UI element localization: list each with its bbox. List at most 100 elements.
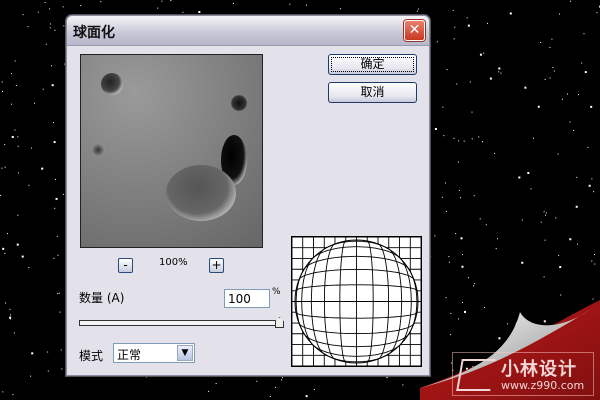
star xyxy=(305,4,307,6)
star xyxy=(445,297,447,299)
star xyxy=(232,2,234,4)
ok-button[interactable]: 确定 xyxy=(328,54,417,75)
star xyxy=(9,308,11,310)
star xyxy=(59,311,61,313)
star xyxy=(14,129,16,131)
star xyxy=(466,17,468,19)
star xyxy=(417,8,419,10)
star xyxy=(521,261,524,264)
amount-unit: % xyxy=(272,287,281,297)
star xyxy=(448,261,450,263)
star xyxy=(80,5,82,7)
star xyxy=(49,27,51,29)
star xyxy=(60,349,62,351)
star xyxy=(63,25,65,27)
star xyxy=(17,145,19,147)
star xyxy=(545,214,547,216)
star xyxy=(446,69,448,71)
star xyxy=(56,235,58,237)
star xyxy=(47,351,49,353)
amount-label: 数量 (A) xyxy=(79,289,124,306)
star xyxy=(47,370,49,372)
star xyxy=(560,294,562,296)
star xyxy=(468,277,470,279)
star xyxy=(10,73,12,75)
star xyxy=(281,377,283,379)
star xyxy=(1,81,3,83)
filter-preview[interactable] xyxy=(80,54,263,248)
star xyxy=(469,81,471,83)
star xyxy=(57,293,59,295)
zoom-in-button[interactable]: + xyxy=(209,258,224,273)
star xyxy=(2,247,5,250)
star xyxy=(215,383,217,385)
star xyxy=(4,166,6,168)
star xyxy=(54,207,56,209)
star xyxy=(591,260,593,262)
star xyxy=(518,176,521,179)
dialog-title: 球面化 xyxy=(73,25,115,41)
close-icon[interactable]: ✕ xyxy=(404,20,425,41)
star xyxy=(4,143,6,145)
star xyxy=(10,103,12,105)
star xyxy=(9,318,11,320)
star xyxy=(460,237,463,240)
star xyxy=(54,29,56,31)
star xyxy=(566,93,568,95)
star xyxy=(559,13,561,15)
star xyxy=(479,53,482,56)
star xyxy=(581,62,583,64)
zoom-out-button[interactable]: - xyxy=(118,258,133,273)
star xyxy=(269,395,271,397)
star xyxy=(455,233,457,235)
star xyxy=(313,388,315,390)
star xyxy=(31,147,33,149)
star xyxy=(42,88,44,90)
star xyxy=(22,14,24,16)
cancel-button[interactable]: 取消 xyxy=(328,82,417,103)
star xyxy=(460,197,462,199)
star xyxy=(458,140,460,142)
star xyxy=(182,11,184,13)
watermark-url: www.z990.com xyxy=(501,379,585,392)
amount-label-text: 数量 xyxy=(79,291,104,305)
star xyxy=(430,255,432,257)
star xyxy=(289,3,291,5)
star xyxy=(12,394,14,396)
star xyxy=(497,238,499,240)
amount-input[interactable]: 100 xyxy=(224,289,270,308)
star xyxy=(545,212,547,214)
star xyxy=(543,276,545,278)
star xyxy=(453,137,455,139)
star xyxy=(544,239,546,241)
star xyxy=(590,105,593,108)
title-bar[interactable]: 球面化 ✕ xyxy=(67,16,429,46)
star xyxy=(45,43,47,45)
star xyxy=(471,138,473,140)
chevron-down-icon[interactable]: ▼ xyxy=(177,345,193,361)
star xyxy=(576,176,578,178)
mode-select[interactable]: 正常 ▼ xyxy=(113,343,195,363)
star xyxy=(478,136,480,138)
amount-slider-thumb[interactable] xyxy=(275,317,284,328)
star xyxy=(17,172,19,174)
star xyxy=(21,255,24,258)
watermark-name: 小林设计 xyxy=(501,359,577,380)
star xyxy=(471,111,473,113)
star xyxy=(10,314,12,316)
star xyxy=(13,332,15,334)
star xyxy=(62,6,64,8)
star xyxy=(481,141,483,143)
star xyxy=(558,254,560,256)
star xyxy=(9,316,12,319)
star xyxy=(479,218,481,220)
star xyxy=(198,11,201,14)
star xyxy=(487,22,489,24)
amount-slider-track[interactable] xyxy=(79,320,283,326)
star xyxy=(461,265,464,268)
star xyxy=(6,233,8,235)
star xyxy=(553,70,555,72)
star xyxy=(473,285,475,287)
star xyxy=(14,60,16,62)
star xyxy=(15,85,17,87)
